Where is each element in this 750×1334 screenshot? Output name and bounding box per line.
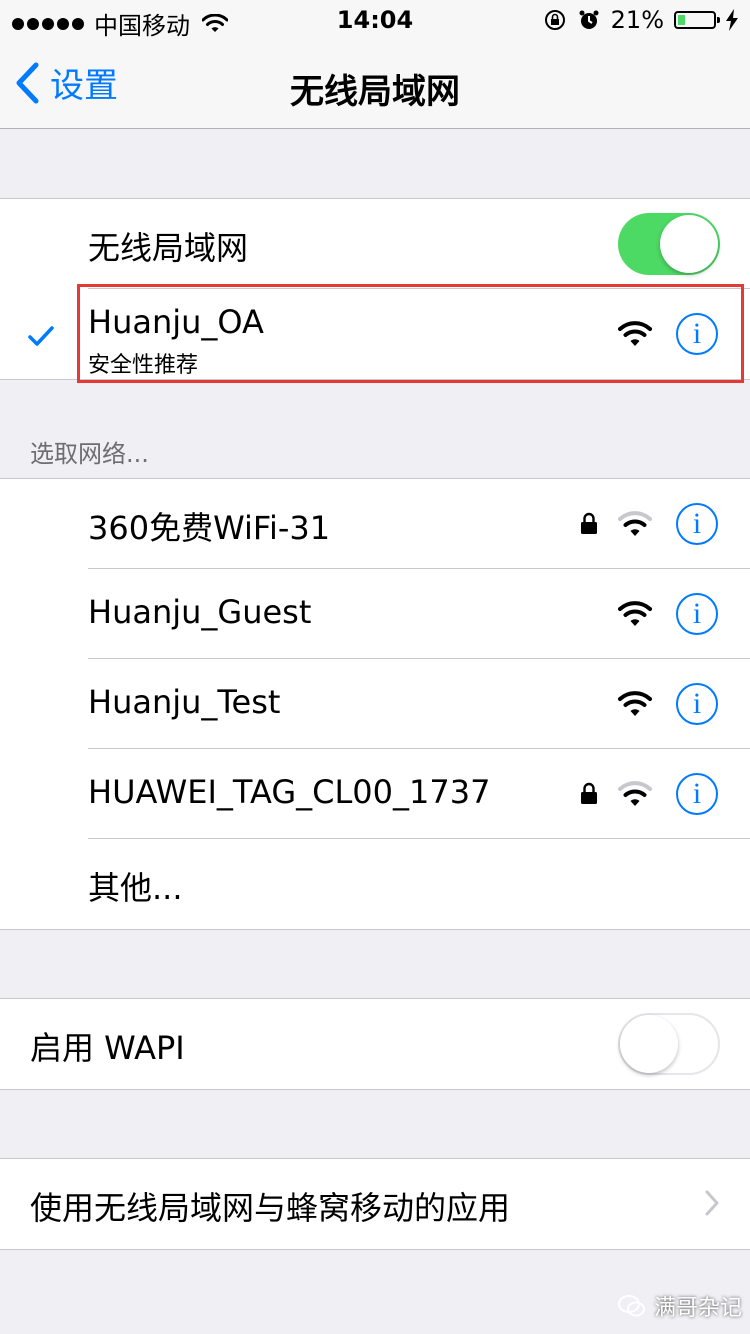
network-name: Huanju_Test (88, 683, 281, 721)
wapi-group: 启用 WAPI (0, 998, 750, 1090)
wifi-toggle-switch[interactable] (618, 213, 720, 275)
other-network-row[interactable]: 其他... (0, 839, 750, 929)
battery-percent: 21% (610, 6, 664, 34)
alarm-icon (579, 10, 599, 29)
lock-icon (581, 782, 597, 804)
page-title: 无线局域网 (290, 72, 460, 112)
network-row-huanju-test[interactable]: Huanju_Test i (0, 659, 750, 749)
wapi-label: 启用 WAPI (30, 1029, 185, 1067)
lock-icon (581, 512, 597, 534)
apps-link-row[interactable]: 使用无线局域网与蜂窝移动的应用 (0, 1159, 750, 1249)
wifi-signal-icon (618, 691, 652, 716)
battery-icon (674, 11, 720, 29)
info-icon[interactable]: i (676, 773, 718, 815)
watermark-text: 满哥杂记 (654, 1296, 743, 1321)
network-row-360[interactable]: 360免费WiFi-31 i (0, 479, 750, 569)
wifi-signal-icon (618, 781, 652, 806)
network-name: 360免费WiFi-31 (88, 509, 331, 547)
rotation-lock-icon (544, 10, 565, 30)
info-icon[interactable]: i (676, 593, 718, 635)
apps-link-label: 使用无线局域网与蜂窝移动的应用 (30, 1189, 511, 1227)
network-name: Huanju_Guest (88, 593, 312, 631)
network-list: 360免费WiFi-31 i Huanju_Guest i Huanju_Tes… (0, 478, 750, 930)
network-name: HUAWEI_TAG_CL00_1737 (88, 773, 491, 811)
checkmark-icon (28, 321, 54, 354)
network-row-huawei[interactable]: HUAWEI_TAG_CL00_1737 i (0, 749, 750, 839)
navigation-bar: 设置 无线局域网 (0, 40, 750, 129)
wapi-toggle-switch[interactable] (618, 1013, 720, 1075)
wifi-signal-icon (618, 511, 652, 536)
apps-group: 使用无线局域网与蜂窝移动的应用 (0, 1158, 750, 1250)
chevron-right-icon (705, 1190, 719, 1216)
wifi-signal-icon (618, 601, 652, 626)
other-network-label: 其他... (88, 869, 183, 907)
charging-bolt-icon (726, 9, 738, 31)
status-bar-right: 21% (543, 6, 738, 34)
wechat-icon (618, 1295, 645, 1317)
status-bar: 中国移动 14:04 21% (0, 0, 750, 40)
wifi-toggle-row: 无线局域网 (0, 199, 750, 289)
highlight-box (77, 284, 744, 383)
wifi-toggle-label: 无线局域网 (88, 229, 249, 267)
info-icon[interactable]: i (676, 683, 718, 725)
info-icon[interactable]: i (676, 503, 718, 545)
section-header: 选取网络... (30, 440, 149, 468)
network-row-huanju-guest[interactable]: Huanju_Guest i (0, 569, 750, 659)
watermark: 满哥杂记 (618, 1290, 742, 1322)
wapi-row: 启用 WAPI (0, 999, 750, 1089)
